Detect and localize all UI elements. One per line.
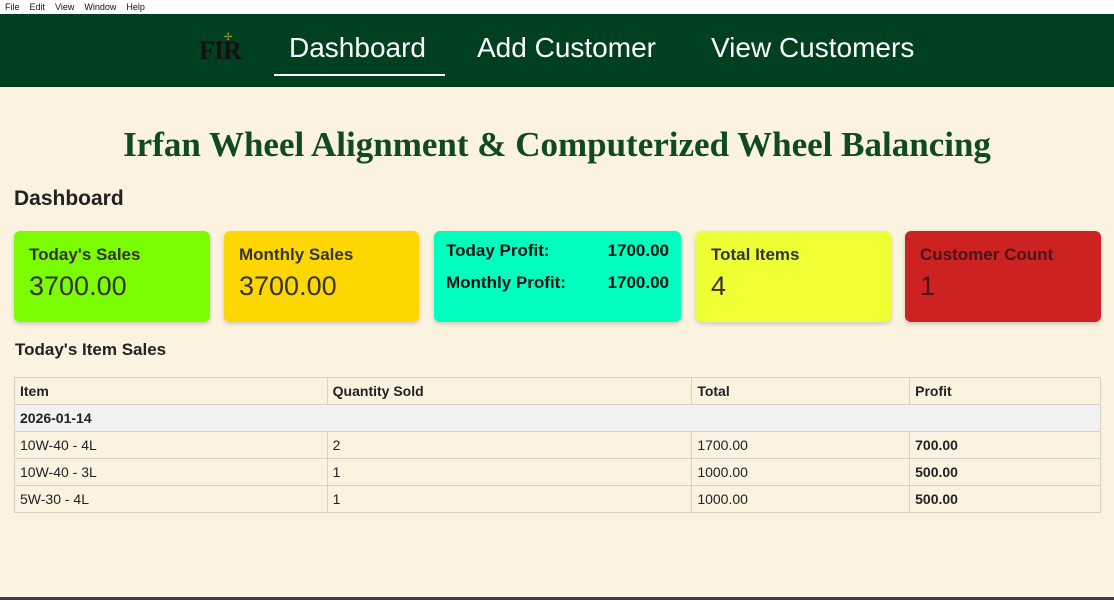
card-todays-sales: Today's Sales 3700.00 — [14, 231, 210, 322]
card-monthly-sales: Monthly Sales 3700.00 — [224, 231, 419, 322]
monthly-profit-label: Monthly Profit: — [446, 273, 566, 292]
table-header-row: Item Quantity Sold Total Profit — [14, 377, 1101, 405]
col-item: Item — [14, 377, 328, 405]
cell-qty: 1 — [326, 485, 693, 513]
today-profit-value: 1700.00 — [607, 241, 669, 260]
cell-total: 1700.00 — [691, 431, 911, 459]
cell-item: 5W-30 - 4L — [14, 485, 328, 513]
table-row: 10W-40 - 3L 1 1000.00 500.00 — [14, 458, 1101, 486]
cell-item: 10W-40 - 4L — [14, 431, 328, 459]
menu-view[interactable]: View — [55, 2, 74, 12]
col-quantity-sold: Quantity Sold — [326, 377, 693, 405]
table-row: 5W-30 - 4L 1 1000.00 500.00 — [14, 485, 1101, 513]
col-total: Total — [691, 377, 911, 405]
item-sales-table: Item Quantity Sold Total Profit 2026-01-… — [14, 377, 1101, 513]
cell-qty: 2 — [326, 431, 693, 459]
cell-profit: 500.00 — [909, 485, 1101, 513]
menu-window[interactable]: Window — [84, 2, 116, 12]
nav-add-customer[interactable]: Add Customer — [477, 32, 656, 64]
nav-dashboard[interactable]: Dashboard — [289, 32, 426, 64]
brand-logo[interactable]: FIR — [199, 36, 242, 66]
cell-qty: 1 — [326, 458, 693, 486]
nav-view-customers[interactable]: View Customers — [711, 32, 914, 64]
today-profit-row: Today Profit: 1700.00 — [446, 241, 669, 261]
menu-help[interactable]: Help — [126, 2, 145, 12]
menu-file[interactable]: File — [5, 2, 20, 12]
card-value: 1 — [920, 271, 936, 301]
active-nav-underline — [274, 74, 445, 76]
cell-profit: 700.00 — [909, 431, 1101, 459]
monthly-profit-row: Monthly Profit: 1700.00 — [446, 273, 669, 293]
card-profit: Today Profit: 1700.00 Monthly Profit: 17… — [434, 231, 681, 322]
cell-total: 1000.00 — [691, 485, 911, 513]
logo-ornament-icon: ✢ — [224, 32, 233, 43]
cell-total: 1000.00 — [691, 458, 911, 486]
card-label: Today's Sales — [29, 245, 141, 264]
menu-edit[interactable]: Edit — [30, 2, 46, 12]
card-value: 4 — [711, 271, 727, 301]
date-group-label: 2026-01-14 — [14, 404, 1101, 432]
monthly-profit-value: 1700.00 — [607, 273, 669, 292]
card-total-items: Total Items 4 — [696, 231, 891, 322]
today-profit-label: Today Profit: — [446, 241, 550, 260]
page-title: Irfan Wheel Alignment & Computerized Whe… — [123, 125, 991, 164]
card-customer-count: Customer Count 1 — [905, 231, 1101, 322]
top-navbar: FIR ✢ Dashboard Add Customer View Custom… — [0, 14, 1114, 87]
dashboard-heading: Dashboard — [14, 187, 124, 210]
cell-item: 10W-40 - 3L — [14, 458, 328, 486]
card-label: Monthly Sales — [239, 245, 354, 264]
col-profit: Profit — [909, 377, 1101, 405]
cell-profit: 500.00 — [909, 458, 1101, 486]
card-label: Customer Count — [920, 245, 1054, 264]
date-group-row: 2026-01-14 — [14, 404, 1101, 432]
todays-item-sales-heading: Today's Item Sales — [15, 340, 167, 359]
card-value: 3700.00 — [239, 271, 337, 301]
table-row: 10W-40 - 4L 2 1700.00 700.00 — [14, 431, 1101, 459]
window-menubar: File Edit View Window Help — [0, 0, 1114, 14]
card-value: 3700.00 — [29, 271, 127, 301]
card-label: Total Items — [711, 245, 800, 264]
